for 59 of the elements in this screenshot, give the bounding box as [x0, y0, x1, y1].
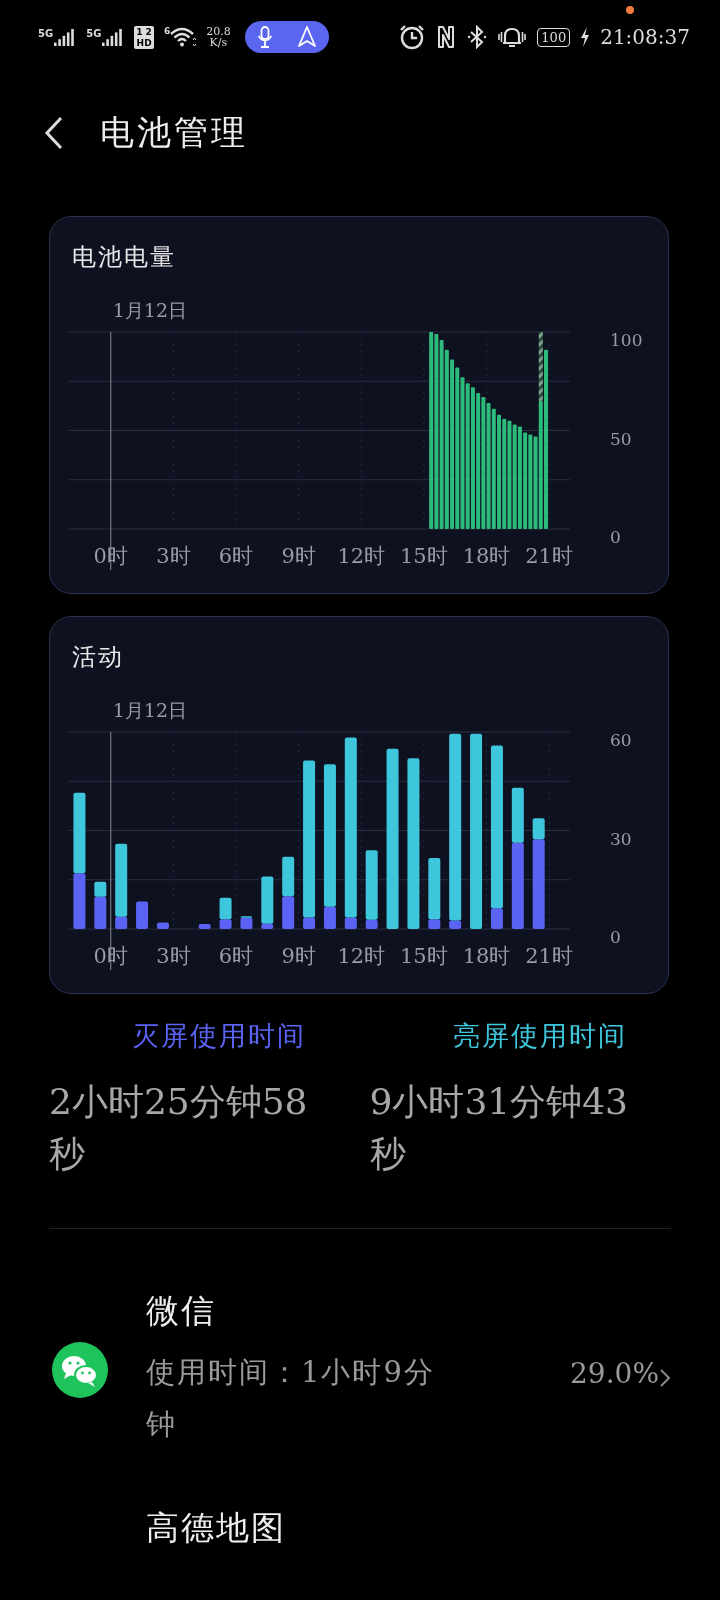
bell-vibrate-icon: [497, 25, 528, 49]
card-title: 活动: [71, 642, 125, 673]
wifi-icon: [170, 26, 197, 48]
x-axis-label: 15时: [400, 944, 448, 968]
microphone-icon: [256, 26, 273, 48]
usage-share: 29.0%: [570, 1357, 659, 1390]
chat-app-icon: [52, 1341, 108, 1398]
charging-bolt-icon: [580, 27, 591, 47]
y-axis-label: 60: [610, 730, 632, 750]
signal-icon: [54, 28, 77, 46]
y-axis-label: 50: [610, 428, 632, 449]
usage-total: 9小时31分钟43秒: [369, 1080, 630, 1176]
usage-time: 使用时间：1小时9分钟: [146, 1354, 436, 1443]
card-title: 电池电量: [71, 242, 177, 273]
x-axis-label: 18时: [462, 544, 511, 568]
y-axis-label: 0: [610, 927, 621, 947]
usage-bar: [136, 901, 149, 929]
voice-nav-pill[interactable]: [244, 21, 329, 53]
app-name: 微信: [146, 1290, 217, 1332]
back-icon[interactable]: [44, 116, 64, 150]
x-axis-label: 6时: [218, 544, 254, 568]
page-title: 电池管理: [100, 111, 248, 154]
bluetooth-icon: [467, 25, 488, 49]
x-axis-label: 12时: [337, 944, 386, 968]
y-axis-label: 30: [610, 828, 632, 849]
app-name: 高德地图: [146, 1507, 286, 1549]
date-label: 1月12日: [112, 299, 187, 321]
wifi-label: 6: [163, 26, 171, 36]
network-label: 5G: [86, 28, 102, 39]
alarm-icon: [399, 24, 426, 50]
usage-bar: [156, 922, 169, 929]
x-axis-label: 9时: [281, 944, 316, 968]
y-axis-label: 100: [610, 330, 643, 350]
usage-total: 2小时25分钟58秒: [49, 1080, 309, 1176]
usage-bar: [282, 856, 295, 897]
x-axis-label: 15时: [400, 544, 448, 568]
x-axis-label: 6时: [218, 944, 254, 968]
network-label: 5G: [38, 28, 54, 39]
usage-bar: [282, 896, 295, 929]
x-axis-label: 12时: [337, 544, 386, 568]
date-label: 1月12日: [112, 699, 187, 721]
hd-badge: 1 2 HD: [134, 25, 154, 49]
x-axis-label: 18时: [462, 944, 511, 968]
app-usage-row[interactable]: 微信 使用时间：1小时9分钟 29.0%: [52, 1289, 670, 1450]
navigation-arrow-icon: [296, 26, 317, 48]
legend-label: 灭屏使用时间: [131, 1019, 308, 1053]
y-axis-label: 0: [610, 527, 621, 547]
x-axis-label: 21时: [525, 944, 573, 968]
battery-level: 100: [537, 27, 571, 47]
network-speed: 20.8 K/s: [206, 26, 231, 48]
x-axis-label: 3时: [156, 944, 191, 968]
clock-time: 21:08:37: [600, 25, 690, 49]
x-axis-label: 9时: [281, 544, 316, 568]
usage-bar: [198, 924, 211, 929]
x-axis-label: 21时: [525, 544, 573, 568]
chevron-right-icon: [660, 1369, 670, 1387]
x-axis-label: 3时: [156, 544, 191, 568]
legend-label: 亮屏使用时间: [451, 1019, 628, 1053]
signal-icon: [102, 28, 125, 46]
